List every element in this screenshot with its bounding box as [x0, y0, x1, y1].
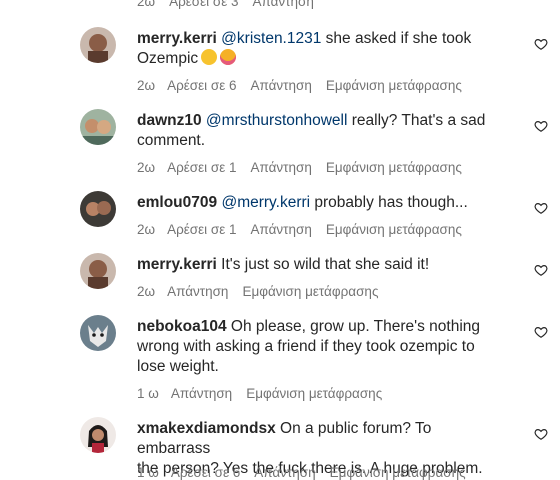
avatar[interactable]	[80, 417, 116, 453]
see-translation-link[interactable]: Εμφάνιση μετάφρασης	[242, 284, 378, 299]
comment-text-line2: comment.	[137, 132, 206, 149]
see-translation-link[interactable]: Εμφάνιση μετάφρασης	[326, 160, 462, 175]
comment-meta: 1 ω Αρέσει σε 6 Απάντηση Εμφάνιση μετάφραση…	[137, 465, 480, 480]
avatar[interactable]	[80, 27, 116, 63]
timestamp: 2ω	[137, 284, 156, 299]
comment-text-line1: really? That's a sad	[347, 112, 486, 129]
mention-link[interactable]: @merry.kerri	[221, 194, 310, 211]
heart-icon[interactable]	[534, 325, 548, 339]
heart-icon[interactable]	[534, 119, 548, 133]
avatar[interactable]	[80, 315, 116, 351]
see-translation-link[interactable]: Εμφάνιση μετάφρασης	[246, 386, 382, 401]
timestamp: 2ω	[137, 160, 156, 175]
comment-text: merry.kerri It's just so wild that she s…	[137, 255, 507, 275]
see-translation-link[interactable]: Εμφάνιση μετάφρασης	[330, 465, 466, 480]
reply-link[interactable]: Απάντηση	[250, 160, 311, 175]
likes-count[interactable]: Αρέσει σε 1	[167, 160, 236, 175]
comment-text: emlou0709 @merry.kerri probably has thou…	[137, 193, 507, 213]
reply-link[interactable]: Απάντηση	[167, 284, 228, 299]
comment-meta: 2ω Αρέσει σε 1 Απάντηση Εμφάνιση μετάφρασης	[137, 160, 476, 175]
see-translation-link[interactable]: Εμφάνιση μετάφρασης	[326, 78, 462, 93]
username[interactable]: merry.kerri	[137, 30, 217, 47]
username[interactable]: dawnz10	[137, 112, 202, 129]
timestamp: 2ω	[137, 78, 156, 93]
avatar[interactable]	[80, 253, 116, 289]
comment-text-line2: wrong with asking a friend if they took …	[137, 338, 475, 355]
mention-link[interactable]: @kristen.1231	[221, 30, 321, 47]
username[interactable]: xmakexdiamondsx	[137, 420, 276, 437]
username[interactable]: emlou0709	[137, 194, 217, 211]
comment-text-line1: Oh please, grow up. There's nothing	[226, 318, 481, 335]
likes-count[interactable]: Αρέσει σε 3	[169, 0, 238, 9]
timestamp: 2ω	[137, 0, 156, 9]
avatar[interactable]	[80, 191, 116, 227]
partying-face-emoji-icon	[220, 49, 237, 65]
avatar[interactable]	[80, 109, 116, 145]
previous-comment-meta: 2ω Αρέσει σε 3 Απάντηση	[137, 0, 328, 9]
heart-icon[interactable]	[534, 201, 548, 215]
comment-text: merry.kerri @kristen.1231 she asked if s…	[137, 29, 507, 69]
mention-link[interactable]: @mrsthurstonhowell	[206, 112, 348, 129]
comment-text-line2: Ozempic	[137, 50, 199, 67]
timestamp: 1 ω	[137, 465, 159, 480]
likes-count[interactable]: Αρέσει σε 6	[171, 465, 240, 480]
comment-meta: 2ω Αρέσει σε 6 Απάντηση Εμφάνιση μετάφρασης	[137, 78, 476, 93]
comment-text-line3: lose weight.	[137, 358, 219, 375]
comment-meta: 2ω Αρέσει σε 1 Απάντηση Εμφάνιση μετάφρασης	[137, 222, 476, 237]
likes-count[interactable]: Αρέσει σε 1	[167, 222, 236, 237]
username[interactable]: merry.kerri	[137, 256, 217, 273]
comment-text-line1: she asked if she took	[321, 30, 472, 47]
comment-text: nebokoa104 Oh please, grow up. There's n…	[137, 317, 507, 377]
hugging-face-emoji-icon	[201, 49, 218, 65]
reply-link[interactable]: Απάντηση	[254, 465, 315, 480]
heart-icon[interactable]	[534, 37, 548, 51]
likes-count[interactable]: Αρέσει σε 6	[167, 78, 236, 93]
reply-link[interactable]: Απάντηση	[250, 222, 311, 237]
see-translation-link[interactable]: Εμφάνιση μετάφρασης	[326, 222, 462, 237]
comment-text-line1: It's just so wild that she said it!	[216, 256, 430, 273]
reply-link[interactable]: Απάντηση	[252, 0, 313, 9]
comment-meta: 2ω Απάντηση Εμφάνιση μετάφρασης	[137, 284, 392, 299]
heart-icon[interactable]	[534, 263, 548, 277]
username[interactable]: nebokoa104	[137, 318, 227, 335]
reply-link[interactable]: Απάντηση	[250, 78, 311, 93]
heart-icon[interactable]	[534, 427, 548, 441]
timestamp: 2ω	[137, 222, 156, 237]
comment-text: dawnz10 @mrsthurstonhowell really? That'…	[137, 111, 507, 151]
comment-text-line1: probably has though...	[310, 194, 468, 211]
timestamp: 1 ω	[137, 386, 159, 401]
comment-meta: 1 ω Απάντηση Εμφάνιση μετάφρασης	[137, 386, 396, 401]
reply-link[interactable]: Απάντηση	[171, 386, 232, 401]
